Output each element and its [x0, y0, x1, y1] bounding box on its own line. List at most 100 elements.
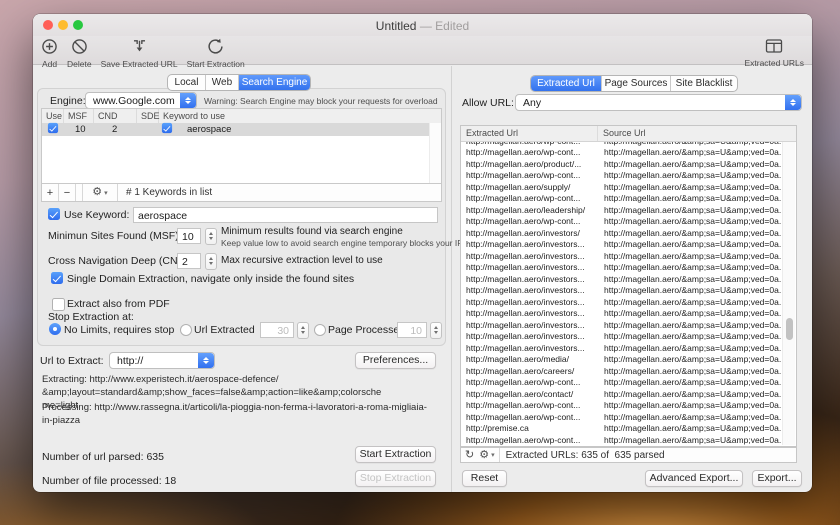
extracted-url-cell: http://magellan.aero/investors...	[461, 320, 598, 330]
use-keyword-checkbox[interactable]	[48, 208, 60, 220]
url-extracted-radio[interactable]	[180, 324, 192, 336]
table-row[interactable]: http://magellan.aero/media/ http://magel…	[461, 354, 783, 366]
gear-icon: ⚙	[92, 187, 102, 198]
table-row[interactable]: http://magellan.aero/wp-cont... http://m…	[461, 193, 783, 205]
source-url-cell: http://magellan.aero/&amp;sa=U&amp;ved=0…	[598, 320, 783, 330]
tab-web[interactable]: Web	[206, 75, 239, 90]
table-row[interactable]: http://magellan.aero/investors... http:/…	[461, 342, 783, 354]
table-row[interactable]: http://magellan.aero/investors... http:/…	[461, 319, 783, 331]
tab-search-engine[interactable]: Search Engine	[239, 75, 310, 90]
table-row[interactable]: http://magellan.aero/wp-cont... http://m…	[461, 400, 783, 412]
column-header-keyword[interactable]: Keyword to use	[159, 109, 441, 123]
column-header-extracted-url[interactable]: Extracted Url	[461, 126, 598, 141]
extracted-url-cell: http://magellan.aero/wp-cont...	[461, 377, 598, 387]
start-extraction-button[interactable]: Start Extraction	[187, 38, 245, 69]
table-row[interactable]: http://magellan.aero/investors... http:/…	[461, 331, 783, 343]
table-row[interactable]: http://magellan.aero/careers/ http://mag…	[461, 365, 783, 377]
table-row[interactable]: http://magellan.aero/contact/ http://mag…	[461, 388, 783, 400]
msf-stepper[interactable]	[205, 228, 217, 245]
engine-value: www.Google.com	[93, 95, 178, 107]
column-header-msf[interactable]: MSF	[64, 109, 94, 123]
msf-help: Minimum results found via search engine	[221, 226, 403, 237]
page-processed-stepper[interactable]	[430, 322, 442, 339]
extracted-urls-table-header: Extracted Url Source Url	[461, 126, 796, 142]
chevron-up-down-icon	[785, 95, 801, 110]
no-limits-radio[interactable]	[49, 323, 61, 335]
column-header-use[interactable]: Use	[42, 109, 64, 123]
cnd-field[interactable]: 2	[177, 253, 201, 269]
table-row[interactable]: http://magellan.aero/investors... http:/…	[461, 239, 783, 251]
gear-icon[interactable]: ⚙	[479, 450, 489, 461]
table-row[interactable]: http://magellan.aero/investors... http:/…	[461, 285, 783, 297]
keywords-scrollbar[interactable]	[429, 123, 441, 184]
advanced-export-button[interactable]: Advanced Export...	[645, 470, 743, 487]
table-scrollbar-thumb[interactable]	[786, 318, 793, 340]
source-url-cell: http://magellan.aero/&amp;sa=U&amp;ved=0…	[598, 400, 783, 410]
table-row[interactable]: http://magellan.aero/wp-cont... http://m…	[461, 377, 783, 389]
extracted-urls-panel-button[interactable]: Extracted URLs	[744, 38, 804, 68]
delete-button[interactable]: Delete	[67, 38, 92, 69]
source-url-cell: http://magellan.aero/&amp;sa=U&amp;ved=0…	[598, 142, 783, 146]
extracted-url-cell: http://magellan.aero/investors...	[461, 331, 598, 341]
source-url-cell: http://magellan.aero/&amp;sa=U&amp;ved=0…	[598, 389, 783, 399]
page-processed-limit-field[interactable]: 10	[397, 322, 427, 338]
tab-site-blacklist[interactable]: Site Blacklist	[671, 76, 737, 91]
refresh-icon[interactable]: ↻	[465, 450, 474, 461]
reset-button[interactable]: Reset	[462, 470, 507, 487]
cnd-cell: 2	[105, 124, 155, 135]
table-row[interactable]: http://magellan.aero/wp-cont... http://m…	[461, 434, 783, 445]
extracted-url-cell: http://magellan.aero/wp-cont...	[461, 147, 598, 157]
add-button[interactable]: Add	[41, 38, 58, 69]
column-header-sde[interactable]: SDE	[137, 109, 159, 123]
table-row[interactable]: http://magellan.aero/investors... http:/…	[461, 250, 783, 262]
engine-dropdown[interactable]: www.Google.com	[85, 92, 197, 109]
url-extracted-limit-field[interactable]: 30	[260, 322, 294, 338]
table-row[interactable]: http://magellan.aero/investors... http:/…	[461, 262, 783, 274]
page-processed-radio[interactable]	[314, 324, 326, 336]
extracted-url-cell: http://magellan.aero/wp-cont...	[461, 193, 598, 203]
preferences-button[interactable]: Preferences...	[355, 352, 436, 369]
table-row[interactable]: http://magellan.aero/wp-cont... http://m…	[461, 147, 783, 159]
table-row[interactable]: http://magellan.aero/supply/ http://mage…	[461, 181, 783, 193]
table-row[interactable]: http://magellan.aero/wp-cont... http://m…	[461, 216, 783, 228]
table-row[interactable]: http://magellan.aero/investors... http:/…	[461, 296, 783, 308]
cnd-stepper[interactable]	[205, 253, 217, 270]
msf-cell: 10	[69, 124, 105, 135]
use-keyword-field[interactable]: aerospace	[133, 207, 438, 223]
tab-page-sources[interactable]: Page Sources	[602, 76, 671, 91]
keyword-actions-menu[interactable]: ⚙ ▾	[82, 184, 118, 201]
table-row[interactable]: http://magellan.aero/leadership/ http://…	[461, 204, 783, 216]
table-row[interactable]: http://magellan.aero/investors/ http://m…	[461, 227, 783, 239]
use-keyword-label: Use Keyword:	[64, 209, 129, 221]
start-extraction-action-button[interactable]: Start Extraction	[355, 446, 436, 463]
add-keyword-button[interactable]: +	[42, 184, 59, 201]
extract-pdf-checkbox[interactable]	[52, 298, 65, 311]
tab-local[interactable]: Local	[168, 75, 206, 90]
allow-url-dropdown[interactable]: Any	[515, 94, 802, 111]
url-to-extract-dropdown[interactable]: http://	[109, 352, 215, 369]
source-url-cell: http://magellan.aero/&amp;sa=U&amp;ved=0…	[598, 331, 783, 341]
table-row[interactable]: http://magellan.aero/wp-cont... http://m…	[461, 411, 783, 423]
title-bar[interactable]: Untitled — Edited	[33, 14, 812, 36]
table-row[interactable]: http://premise.ca http://magellan.aero/&…	[461, 423, 783, 435]
column-header-source-url[interactable]: Source Url	[598, 126, 796, 141]
keyword-row[interactable]: 10 2 aerospace	[42, 123, 441, 136]
msf-field[interactable]: 10	[177, 228, 201, 244]
tab-extracted-url[interactable]: Extracted Url	[531, 76, 602, 91]
remove-keyword-button[interactable]: −	[59, 184, 76, 201]
table-row[interactable]: http://magellan.aero/investors... http:/…	[461, 273, 783, 285]
extracted-url-cell: http://magellan.aero/investors...	[461, 308, 598, 318]
stop-extraction-action-button[interactable]: Stop Extraction	[355, 470, 436, 487]
single-domain-checkbox[interactable]	[51, 272, 63, 284]
export-button[interactable]: Export...	[752, 470, 802, 487]
use-checkbox[interactable]	[48, 123, 58, 133]
save-extracted-url-button[interactable]: Save Extracted URL	[101, 38, 178, 69]
sde-checkbox[interactable]	[162, 123, 172, 133]
table-scrollbar-track[interactable]	[782, 142, 795, 445]
table-row[interactable]: http://magellan.aero/wp-cont... http://m…	[461, 170, 783, 182]
table-row[interactable]: http://magellan.aero/investors... http:/…	[461, 308, 783, 320]
url-extracted-stepper[interactable]	[297, 322, 309, 339]
extracted-url-cell: http://magellan.aero/media/	[461, 354, 598, 364]
column-header-cnd[interactable]: CND	[94, 109, 137, 123]
table-row[interactable]: http://magellan.aero/product/... http://…	[461, 158, 783, 170]
